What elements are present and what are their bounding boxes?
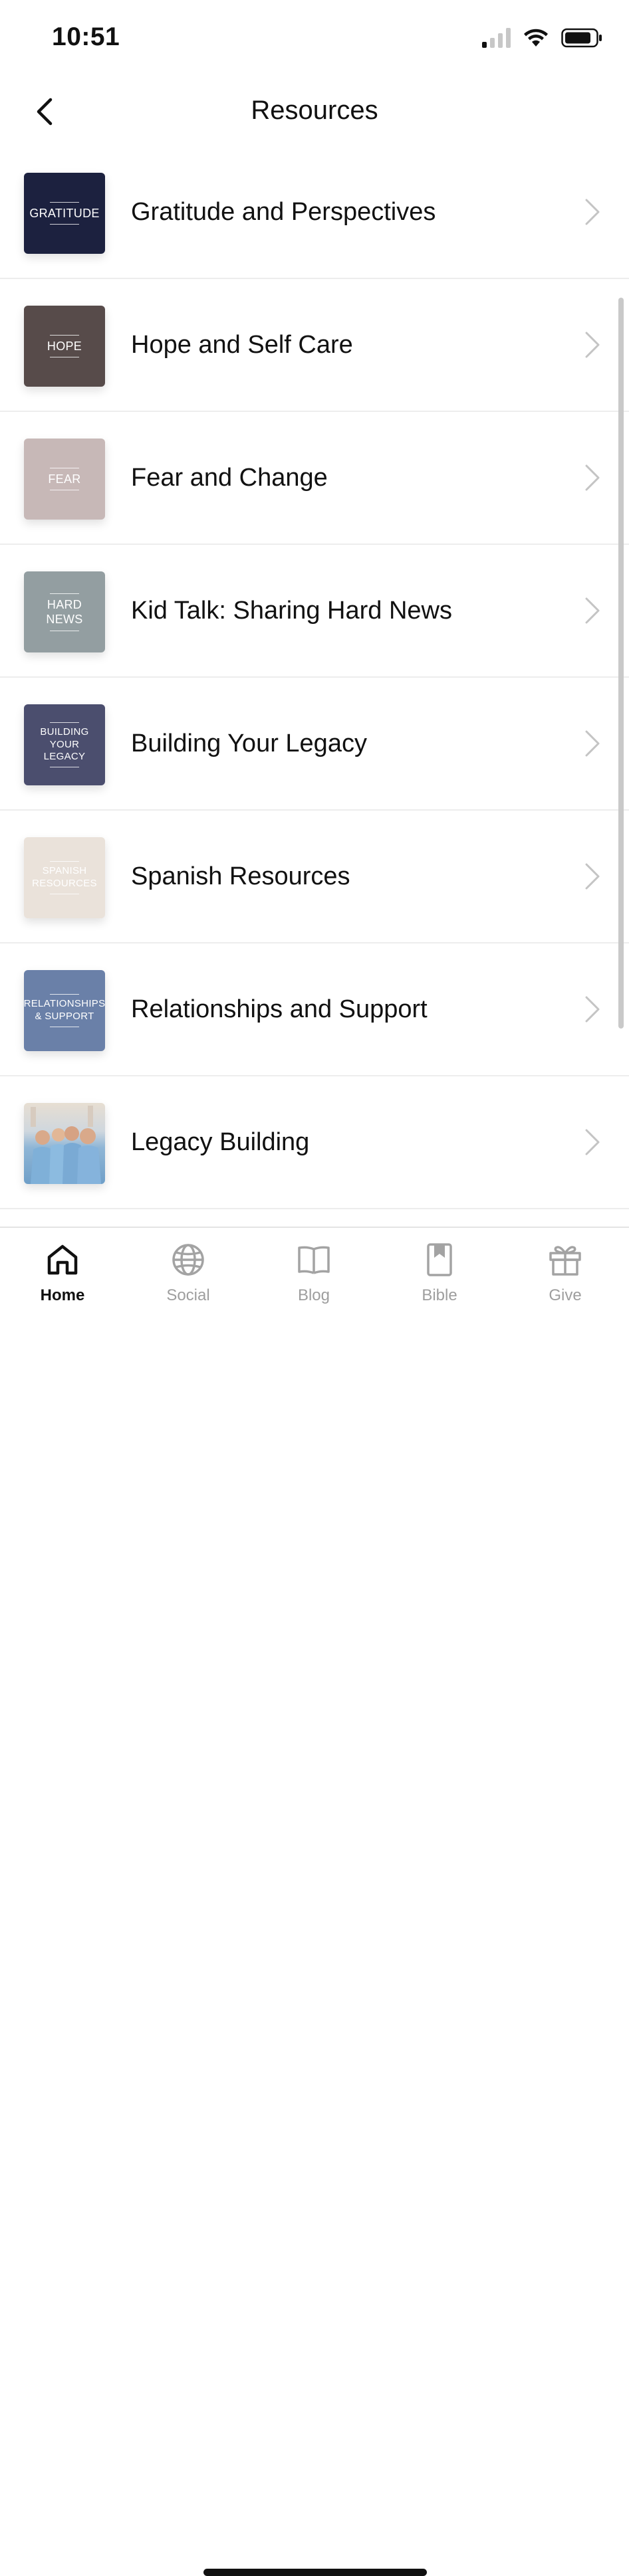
cellular-signal-icon	[482, 28, 511, 48]
chevron-right-icon	[585, 199, 600, 225]
tab-home[interactable]: Home	[16, 1240, 109, 1305]
tab-bar: Home Social Blog Bible Give	[0, 1227, 629, 2576]
tab-social[interactable]: Social	[142, 1240, 235, 1305]
status-bar: 10:51	[0, 0, 629, 73]
tab-label: Social	[166, 1286, 210, 1304]
tab-give[interactable]: Give	[519, 1240, 612, 1305]
thumbnail-hope: HOPE	[24, 306, 105, 387]
list-item-label: Gratitude and Perspectives	[131, 197, 436, 226]
tab-blog[interactable]: Blog	[267, 1240, 360, 1305]
chevron-right-icon	[585, 332, 600, 358]
globe-icon	[172, 1244, 204, 1276]
list-item-label: Hope and Self Care	[131, 330, 353, 359]
chevron-right-icon	[585, 996, 600, 1023]
tab-label: Give	[549, 1286, 582, 1304]
chevron-right-icon	[585, 730, 600, 757]
tab-label: Home	[40, 1286, 85, 1304]
list-item-label: Legacy Building	[131, 1128, 310, 1156]
thumbnail-family-photo	[24, 1103, 105, 1184]
list-item-label: Fear and Change	[131, 463, 328, 492]
chevron-right-icon	[585, 1129, 600, 1155]
list-item[interactable]: Legacy Building	[0, 1076, 629, 1209]
list-item-label: Building Your Legacy	[131, 729, 367, 757]
chevron-right-icon	[585, 863, 600, 890]
list-item[interactable]: BUILDING YOUR LEGACY Building Your Legac…	[0, 678, 629, 811]
resource-list: GRATITUDE Gratitude and Perspectives HOP…	[0, 146, 629, 1209]
tab-label: Blog	[297, 1286, 330, 1304]
list-item-label: Kid Talk: Sharing Hard News	[131, 596, 452, 625]
battery-icon	[561, 28, 602, 48]
chevron-right-icon	[585, 597, 600, 624]
home-indicator	[203, 2569, 427, 2576]
thumbnail-hard-news: HARD NEWS	[24, 571, 105, 652]
thumbnail-relationships: RELATIONSHIPS & SUPPORT	[24, 970, 105, 1051]
thumbnail-gratitude: GRATITUDE	[24, 173, 105, 254]
chevron-right-icon	[585, 464, 600, 491]
list-item[interactable]: RELATIONSHIPS & SUPPORT Relationships an…	[0, 943, 629, 1076]
home-icon	[47, 1244, 78, 1275]
page-title: Resources	[251, 96, 378, 125]
list-item[interactable]: GRATITUDE Gratitude and Perspectives	[0, 146, 629, 279]
list-item[interactable]: HARD NEWS Kid Talk: Sharing Hard News	[0, 545, 629, 678]
tab-bible[interactable]: Bible	[393, 1240, 486, 1305]
list-item-label: Relationships and Support	[131, 995, 428, 1023]
gift-icon	[549, 1246, 581, 1276]
thumbnail-fear: FEAR	[24, 439, 105, 520]
list-item[interactable]: FEAR Fear and Change	[0, 412, 629, 545]
book-open-icon	[298, 1246, 330, 1274]
bookmark-book-icon	[427, 1243, 452, 1276]
tab-label: Bible	[422, 1286, 457, 1304]
thumbnail-building-legacy: BUILDING YOUR LEGACY	[24, 704, 105, 785]
scrollbar[interactable]	[618, 298, 624, 1029]
wifi-icon	[524, 29, 548, 47]
thumbnail-spanish: SPANISH RESOURCES	[24, 837, 105, 918]
status-time: 10:51	[52, 23, 120, 51]
list-item[interactable]: SPANISH RESOURCES Spanish Resources	[0, 811, 629, 943]
nav-bar: Resources	[0, 73, 629, 153]
list-item[interactable]: HOPE Hope and Self Care	[0, 279, 629, 412]
status-icons	[482, 28, 602, 48]
list-item-label: Spanish Resources	[131, 862, 350, 890]
